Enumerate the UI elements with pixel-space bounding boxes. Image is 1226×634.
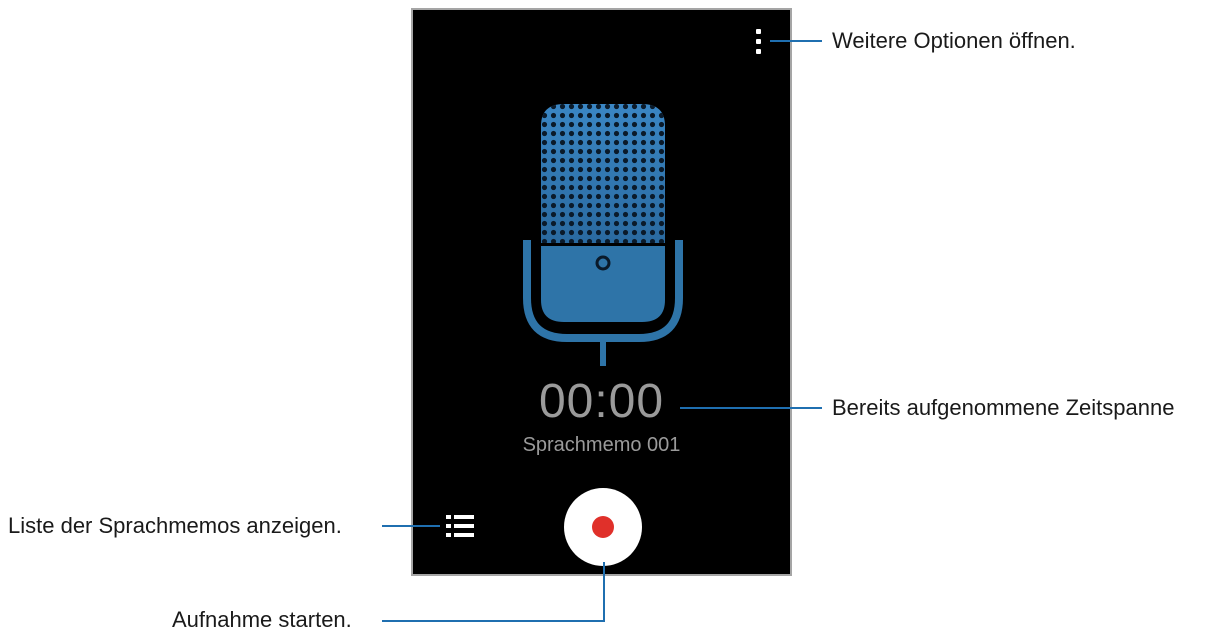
- callout-memo-list: Liste der Sprachmemos anzeigen.: [8, 513, 342, 538]
- callout-line-start-recording-horizontal: [382, 620, 605, 622]
- callout-line-start-recording-vertical: [603, 562, 605, 622]
- memo-file-name: Sprachmemo 001: [522, 434, 681, 456]
- callout-line-more-options: [770, 40, 822, 42]
- microphone-icon: [523, 104, 683, 366]
- callout-line-memo-list: [382, 525, 440, 527]
- record-button[interactable]: [564, 488, 642, 566]
- elapsed-time: 00:00: [538, 375, 665, 428]
- more-options-icon[interactable]: [747, 24, 769, 58]
- callout-elapsed-time: Bereits aufgenommene Zeitspanne: [832, 395, 1175, 420]
- list-icon[interactable]: [444, 511, 476, 541]
- callout-more-options: Weitere Optionen öffnen.: [832, 28, 1076, 53]
- callout-line-elapsed-time: [680, 407, 822, 409]
- record-icon: [592, 516, 614, 538]
